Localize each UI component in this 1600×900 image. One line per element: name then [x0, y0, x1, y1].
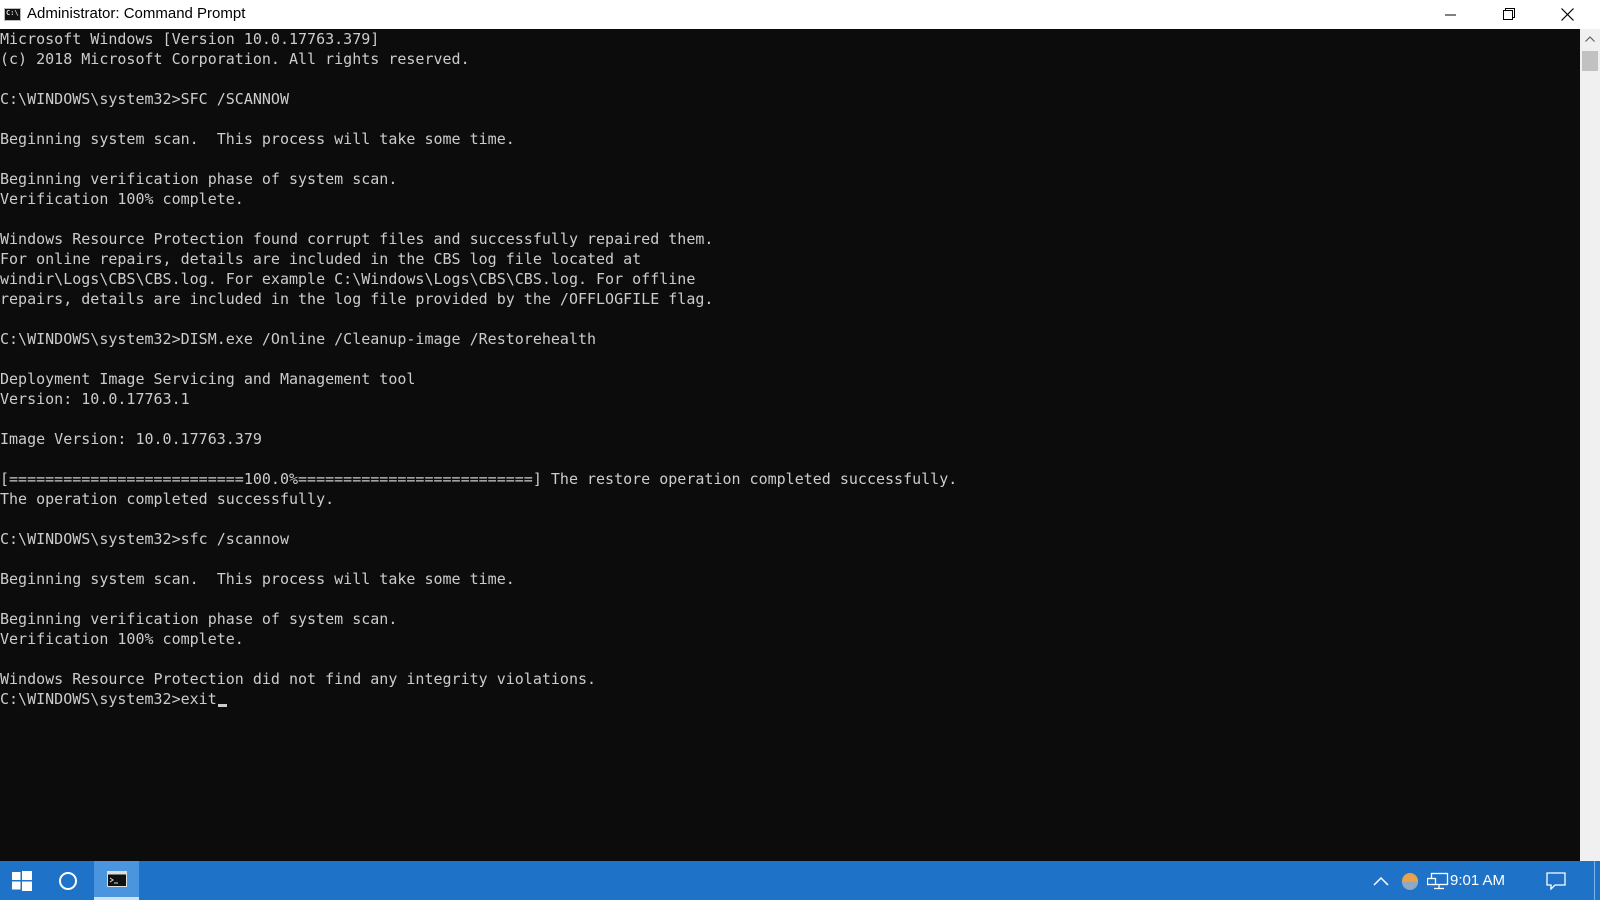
- minimize-button[interactable]: [1422, 0, 1480, 29]
- network-button[interactable]: [1426, 861, 1450, 900]
- console-line: The operation completed successfully.: [0, 490, 335, 508]
- taskbar: 9:01 AM: [0, 861, 1600, 900]
- close-icon: [1560, 8, 1574, 21]
- title-bar[interactable]: Administrator: Command Prompt: [0, 0, 1600, 29]
- console-line: Verification 100% complete.: [0, 630, 244, 648]
- weather-icon: [1402, 872, 1418, 890]
- restore-button[interactable]: [1480, 0, 1538, 29]
- console-line: Beginning verification phase of system s…: [0, 170, 398, 188]
- scroll-thumb[interactable]: [1582, 51, 1598, 71]
- console-line: Version: 10.0.17763.1: [0, 390, 190, 408]
- vertical-scrollbar[interactable]: [1580, 29, 1600, 861]
- action-center-button[interactable]: [1540, 861, 1572, 900]
- minimize-icon: [1445, 14, 1456, 15]
- console-line: windir\Logs\CBS\CBS.log. For example C:\…: [0, 270, 696, 288]
- scroll-up-button[interactable]: [1580, 29, 1600, 49]
- console-line: For online repairs, details are included…: [0, 250, 642, 268]
- show-hidden-icons-button[interactable]: [1370, 861, 1392, 900]
- console-line: C:\WINDOWS\system32>DISM.exe /Online /Cl…: [0, 330, 597, 348]
- cortana-search-button[interactable]: [44, 861, 92, 900]
- console-line: Verification 100% complete.: [0, 190, 244, 208]
- close-button[interactable]: [1538, 0, 1596, 29]
- cortana-icon: [59, 871, 77, 890]
- console-text: Microsoft Windows [Version 10.0.17763.37…: [0, 29, 1580, 689]
- tray-app-button[interactable]: [1398, 861, 1422, 900]
- windows-logo-icon: [12, 870, 32, 891]
- console-line: (c) 2018 Microsoft Corporation. All righ…: [0, 50, 470, 68]
- console-line: Windows Resource Protection found corrup…: [0, 230, 714, 248]
- chevron-up-icon: [1585, 36, 1595, 42]
- show-desktop-button[interactable]: [1594, 861, 1600, 900]
- console-line: C:\WINDOWS\system32>SFC /SCANNOW: [0, 90, 289, 108]
- start-button[interactable]: [0, 861, 44, 900]
- console-output[interactable]: Microsoft Windows [Version 10.0.17763.37…: [0, 29, 1580, 861]
- console-line: Deployment Image Servicing and Managemen…: [0, 370, 416, 388]
- console-line: Beginning verification phase of system s…: [0, 610, 398, 628]
- cmd-icon: [4, 8, 21, 21]
- taskbar-command-prompt[interactable]: [94, 861, 139, 900]
- chevron-up-icon: [1373, 876, 1389, 886]
- console-line: repairs, details are included in the log…: [0, 290, 714, 308]
- console-line: Beginning system scan. This process will…: [0, 130, 515, 148]
- current-input-line[interactable]: C:\WINDOWS\system32>exit: [0, 690, 217, 708]
- text-cursor: [217, 704, 227, 707]
- restore-icon: [1502, 8, 1515, 20]
- network-icon: [1427, 872, 1449, 889]
- clock[interactable]: 9:01 AM: [1450, 861, 1505, 900]
- console-line: Image Version: 10.0.17763.379: [0, 430, 262, 448]
- cmd-icon: [106, 871, 127, 887]
- console-line: Microsoft Windows [Version 10.0.17763.37…: [0, 30, 380, 48]
- window-title: Administrator: Command Prompt: [27, 5, 246, 22]
- console-line: Windows Resource Protection did not find…: [0, 670, 597, 688]
- console-line: Beginning system scan. This process will…: [0, 570, 515, 588]
- console-line: [==========================100.0%=======…: [0, 470, 958, 488]
- notification-icon: [1546, 871, 1566, 890]
- console-line: C:\WINDOWS\system32>sfc /scannow: [0, 530, 289, 548]
